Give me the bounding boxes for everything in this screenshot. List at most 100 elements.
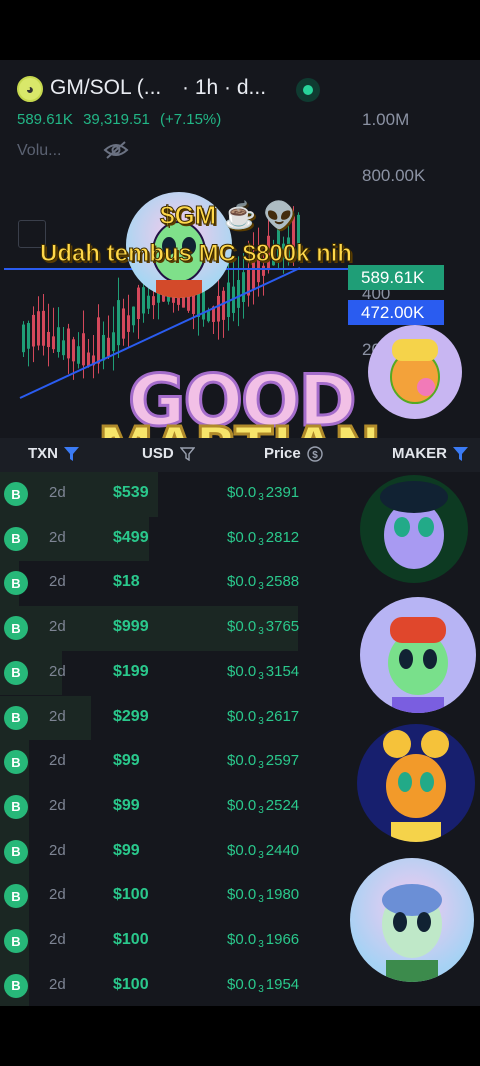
- trade-price: $0.0 3 2597: [227, 752, 299, 771]
- price-digits: 3154: [265, 662, 300, 680]
- price-prefix: $0.0: [227, 618, 257, 636]
- buy-badge: B: [4, 616, 28, 641]
- candle-body: [122, 308, 125, 339]
- filter-icon[interactable]: [179, 446, 195, 461]
- maker-header-label: MAKER: [392, 445, 447, 462]
- candle-body: [107, 337, 110, 357]
- price-digits: 1954: [265, 975, 300, 993]
- trade-price: $0.0 3 1966: [227, 931, 299, 950]
- price-prefix: $0.0: [227, 931, 257, 948]
- trades-table-header: TXN USD Price $ MAKER: [0, 438, 480, 472]
- trade-age: 2d: [49, 573, 66, 591]
- price-prefix: $0.0: [227, 752, 257, 770]
- buy-badge: B: [4, 929, 28, 953]
- price-prefix: $0.0: [227, 796, 257, 814]
- trade-age: 2d: [49, 662, 66, 680]
- price-zero-count: 3: [258, 581, 264, 593]
- buy-badge: B: [4, 660, 28, 685]
- trade-age: 2d: [49, 752, 66, 770]
- candle-body: [42, 310, 45, 346]
- buy-badge: B: [4, 750, 28, 775]
- trade-usd: $99: [113, 841, 140, 859]
- usd-column-header[interactable]: USD: [142, 445, 195, 462]
- trade-price: $0.0 3 2617: [227, 708, 299, 727]
- candle-body: [67, 328, 70, 359]
- price-prefix: $0.0: [227, 975, 257, 993]
- price-digits: 2391: [265, 484, 300, 501]
- candle-body: [242, 272, 245, 302]
- trade-price: $0.0 3 2440: [227, 842, 299, 861]
- candle-body: [132, 306, 135, 326]
- filter-active-icon[interactable]: [64, 446, 79, 461]
- live-indicator-icon: [296, 78, 320, 102]
- trade-price: $0.0 3 3154: [227, 663, 299, 682]
- trade-age: 2d: [49, 484, 66, 501]
- trade-price: $0.0 3 2812: [227, 529, 299, 548]
- candle-body: [137, 287, 140, 320]
- txn-column-header[interactable]: TXN: [28, 445, 79, 462]
- buy-badge: B: [4, 571, 28, 596]
- trade-price: $0.0 3 1980: [227, 886, 299, 905]
- candle-body: [32, 314, 35, 347]
- timeframe-selector[interactable]: · 1h · d...: [182, 76, 266, 100]
- candle-body: [47, 331, 50, 348]
- price-prefix: $0.0: [227, 528, 257, 546]
- trade-price: $0.0 3 3765: [227, 618, 299, 637]
- price-zero-count: 3: [258, 492, 264, 503]
- price-header-label: Price: [264, 445, 301, 462]
- avatar-sticker: [368, 325, 462, 419]
- price-digits: 2440: [265, 841, 300, 859]
- trade-usd: $99: [113, 796, 140, 814]
- maker-avatar: [357, 724, 475, 842]
- current-price-tag: 589.61K: [348, 265, 444, 290]
- maker-column-header[interactable]: MAKER: [392, 445, 468, 462]
- buy-badge: B: [4, 839, 28, 864]
- line-price-tag: 472.00K: [348, 300, 444, 325]
- price-prefix: $0.0: [227, 886, 257, 904]
- price-zero-count: 3: [258, 983, 264, 995]
- price-digits: 3765: [265, 618, 300, 636]
- price-zero-count: 3: [258, 626, 264, 638]
- trade-age: 2d: [49, 528, 66, 546]
- trade-price: $0.0 3 1954: [227, 976, 299, 995]
- candle-body: [97, 317, 100, 364]
- price-digits: 1980: [265, 886, 300, 904]
- usd-header-label: USD: [142, 445, 174, 462]
- candle-body: [37, 311, 40, 346]
- price-prefix: $0.0: [227, 841, 257, 859]
- maker-avatar: [350, 858, 474, 982]
- trade-age: 2d: [49, 841, 66, 859]
- trade-age: 2d: [49, 931, 66, 948]
- y-axis-label: 1.00M: [362, 110, 410, 129]
- candle-body: [62, 340, 65, 356]
- price-prefix: $0.0: [227, 573, 257, 591]
- candle-body: [222, 290, 225, 320]
- candle-body: [102, 334, 105, 361]
- price-zero-count: 3: [258, 849, 264, 861]
- price-zero-count: 3: [258, 894, 264, 906]
- price-zero-count: 3: [258, 939, 264, 950]
- pair-title[interactable]: GM/SOL (...: [50, 76, 161, 100]
- trade-usd: $18: [113, 573, 140, 591]
- price-zero-count: 3: [258, 760, 264, 772]
- buy-badge: B: [4, 526, 28, 551]
- price-prefix: $0.0: [227, 707, 257, 725]
- candle-body: [22, 324, 25, 353]
- price-digits: 2617: [265, 707, 300, 725]
- price-zero-count: 3: [258, 804, 264, 816]
- y-axis-label: 800.00K: [362, 166, 426, 185]
- price-digits: 2597: [265, 752, 300, 770]
- candle-body: [52, 336, 55, 350]
- price-digits: 1966: [265, 931, 300, 948]
- candle-body: [237, 279, 240, 308]
- price-column-header[interactable]: Price $: [264, 445, 323, 462]
- price-zero-count: 3: [258, 715, 264, 727]
- trade-age: 2d: [49, 707, 66, 725]
- candle-body: [152, 296, 155, 306]
- trade-age: 2d: [49, 796, 66, 814]
- candle-body: [197, 290, 200, 318]
- app-frame: ◕ GM/SOL (... · 1h · d... 589.61K 39,319…: [0, 60, 480, 1006]
- filter-active-icon[interactable]: [453, 446, 468, 461]
- currency-toggle-icon[interactable]: $: [307, 445, 323, 462]
- candle-body: [27, 323, 30, 349]
